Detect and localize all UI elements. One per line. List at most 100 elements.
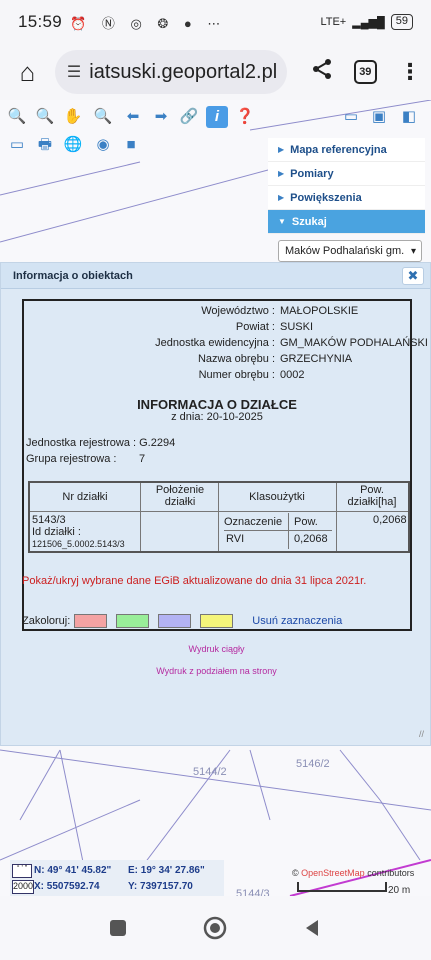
header-polozenie: Położenie działki	[155, 484, 205, 508]
clear-selection-link[interactable]: Usuń zaznaczenia	[252, 615, 342, 627]
browser-toolbar: ⌂ ☰ iatsuski.geoportal2.pl 39 ⋮	[0, 44, 431, 100]
coord-x: X: 5507592.74	[34, 881, 100, 892]
zoom-in-icon[interactable]: 🔍	[6, 106, 28, 128]
header-klasouzytki: Klasoużytki	[249, 491, 305, 503]
swatch-red[interactable]	[74, 614, 108, 628]
back-nav-icon[interactable]	[302, 918, 322, 938]
map-attribution: © OpenStreetMap contributors	[292, 868, 415, 878]
cell-klas-pow: 0,2068	[294, 533, 328, 545]
coord-format-button[interactable]: ° ' "	[12, 864, 32, 878]
colorize-label: Zakoloruj:	[22, 615, 71, 627]
close-button[interactable]: ✖	[402, 267, 424, 285]
coord-n: N: 49° 41' 45.82"	[34, 865, 112, 876]
print-paged-link[interactable]: Wydruk z podziałem na strony	[1, 666, 431, 676]
subheader-oznaczenie: Oznaczenie	[224, 516, 283, 528]
parcel-info-document: Województwo : MAŁOPOLSKIE Powiat : SUSKI J…	[22, 299, 428, 631]
parcel-label: 5144/2	[193, 766, 227, 778]
grupa-rejestrowa: Grupa rejestrowa :7	[26, 453, 146, 465]
info-icon[interactable]: i	[206, 106, 228, 128]
link-icon[interactable]: 🔗	[178, 106, 200, 128]
chevron-right-icon: ▶	[278, 193, 285, 202]
chevron-right-icon: ▶	[278, 145, 285, 154]
target-icon[interactable]: ◉	[92, 134, 114, 156]
forward-arrow-icon[interactable]: ➡	[150, 106, 172, 128]
zoom-out-icon[interactable]: 🔍	[34, 106, 56, 128]
cell-oznaczenie: RVI	[226, 533, 245, 545]
site-settings-icon[interactable]: ☰	[67, 62, 81, 82]
table-divider	[288, 513, 289, 549]
menu-item-powiekszenia[interactable]: ▶ Powiększenia	[268, 186, 425, 210]
system-indicators: LTE+ ▂▄▆█ 59	[320, 14, 413, 30]
header-nr-dzialki: Nr działki	[62, 491, 108, 503]
parcel-label: 5144/3	[236, 888, 270, 896]
table-divider	[140, 483, 141, 551]
menu-item-szukaj[interactable]: ▼ Szukaj	[268, 210, 425, 234]
map-viewport[interactable]: 🔍 🔍 ✋ 🔍 ⬅ ➡ 🔗 i ❓ ▭ ▣ ◧ ▭ 🖶 🌐 ◉ ■ ▶ Mapa …	[0, 100, 431, 896]
battery-icon: 59	[390, 14, 413, 30]
recents-icon[interactable]	[108, 918, 128, 938]
table-divider	[30, 511, 408, 512]
pan-hand-icon[interactable]: ✋	[62, 106, 84, 128]
print-icon[interactable]: 🖶	[34, 134, 56, 156]
panel-header: Informacja o obiektach	[1, 263, 430, 289]
export-icon[interactable]: ▣	[368, 106, 390, 128]
subheader-pow: Pow.	[294, 516, 318, 528]
gmina-select[interactable]: Maków Podhalański gm. ▾	[278, 240, 422, 262]
cell-pow: 0,2068	[373, 514, 407, 526]
menu-item-pomiary[interactable]: ▶ Pomiary	[268, 162, 425, 186]
zoom-area-icon[interactable]: 🔍	[92, 106, 114, 128]
header-pow-dzialki: Pow. działki[ha]	[347, 484, 397, 508]
share-icon[interactable]	[301, 58, 344, 86]
object-info-panel: Informacja o obiektach ✖ Województwo : MA…	[0, 262, 431, 746]
cell-nr: 5143/3	[32, 514, 66, 526]
signal-icon: ▂▄▆█	[352, 16, 385, 29]
side-menu: ▶ Mapa referencyjna ▶ Pomiary ▶ Powiększeni…	[268, 138, 425, 262]
field-nazwa-obrebu: Nazwa obrębu : GRZECHYNIA	[197, 353, 353, 365]
info-query-icon[interactable]: ❓	[234, 106, 256, 128]
url-text: iatsuski.geoportal2.pl	[89, 60, 278, 83]
menu-item-mapa-referencyjna[interactable]: ▶ Mapa referencyjna	[268, 138, 425, 162]
table-divider	[224, 530, 332, 531]
panel-title: Informacja o obiektach	[13, 269, 133, 282]
camera-icon[interactable]: ■	[120, 134, 142, 156]
chevron-right-icon: ▶	[278, 169, 285, 178]
document-heading: INFORMACJA O DZIAŁCE	[137, 397, 297, 412]
network-icon: LTE+	[320, 16, 347, 28]
browser-menu-icon[interactable]: ⋮	[399, 59, 421, 85]
document-date: z dnia: 20-10-2025	[171, 411, 263, 423]
field-jednostka-ewidencyjna: Jednostka ewidencyjna : GM_MAKÓW PODHALAŃ…	[155, 337, 428, 349]
print-continuous-link[interactable]: Wydruk ciągły	[1, 644, 431, 654]
system-nav-bar	[0, 896, 431, 960]
osm-link[interactable]: OpenStreetMap	[301, 868, 365, 878]
field-numer-obrebu: Numer obrębu :0002	[198, 369, 305, 381]
ruler-icon[interactable]: ▭	[6, 134, 28, 156]
colorize-row: Zakoloruj: Usuń zaznaczenia	[22, 613, 342, 629]
panel-toggle-icon[interactable]: ◧	[398, 106, 420, 128]
notification-icons: ⏰ Ⓝ ◎ ❂ ● ⋯	[70, 15, 227, 31]
cell-id-value: 121506_5.0002.5143/3	[32, 539, 125, 549]
jednostka-rejestrowa: Jednostka rejestrowa : G.2294	[26, 437, 176, 449]
parcel-table: Nr działki Położenie działki Klasoużytki…	[28, 481, 410, 553]
address-bar[interactable]: ☰ iatsuski.geoportal2.pl	[54, 50, 287, 94]
parcel-label: 5146/2	[296, 758, 330, 770]
window-icon[interactable]: ▭	[340, 106, 362, 128]
coord-e: E: 19° 34' 27.86"	[128, 865, 205, 876]
cell-id-label: Id działki :	[32, 526, 81, 538]
coordinates-readout: ° ' " 2000 N: 49° 41' 45.82" E: 19° 34' …	[10, 860, 224, 896]
egib-toggle-link[interactable]: Pokaż/ukryj wybrane dane EGiB aktualizow…	[22, 575, 366, 587]
swatch-yellow[interactable]	[200, 614, 234, 628]
clock: 15:59	[18, 12, 63, 31]
globe-icon[interactable]: 🌐	[62, 134, 84, 156]
swatch-green[interactable]	[116, 614, 150, 628]
field-wojewodztwo: Województwo : MAŁOPOLSKIE	[201, 305, 359, 317]
tab-switcher-button[interactable]: 39	[353, 60, 378, 84]
coord-y: Y: 7397157.70	[128, 881, 193, 892]
back-arrow-icon[interactable]: ⬅	[122, 106, 144, 128]
coord-system-button[interactable]: 2000	[12, 880, 34, 894]
scale-bar	[297, 882, 387, 892]
home-nav-icon[interactable]	[203, 916, 227, 940]
swatch-blue[interactable]	[158, 614, 192, 628]
resize-handle-icon[interactable]: //	[419, 729, 424, 739]
field-powiat: Powiat : SUSKI	[235, 321, 314, 333]
home-icon[interactable]: ⌂	[10, 57, 45, 88]
